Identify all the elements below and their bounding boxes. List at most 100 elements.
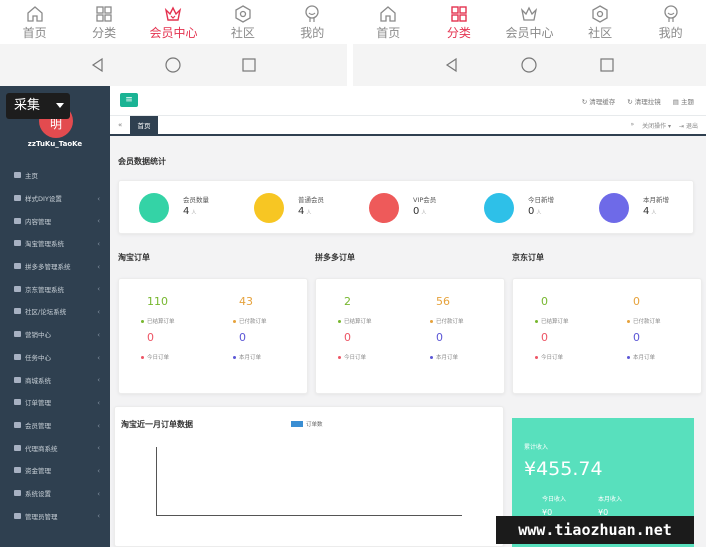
chevron-left-icon: ‹ <box>97 330 100 339</box>
sidebar-item-home[interactable]: 主页‹ <box>0 164 110 187</box>
back-icon[interactable] <box>443 56 461 74</box>
clear-pull-button[interactable]: ↻ 清理拉镜 <box>627 96 661 106</box>
tabs-back-icon[interactable]: « <box>118 121 122 129</box>
sidebar-item-label: 代理商系统 <box>25 444 58 453</box>
stat-label: VIP会员 <box>413 196 437 204</box>
bar-chart-icon <box>14 263 21 270</box>
clear-pull-label: 清理拉镜 <box>634 98 661 106</box>
legend-label: 订单数 <box>306 422 323 428</box>
home-icon <box>14 172 21 179</box>
crown-icon <box>521 6 538 21</box>
sidebar-item-members[interactable]: 会员管理 ‹ <box>0 414 110 437</box>
sidebar-item-mall[interactable]: 商城系统 ‹ <box>0 368 110 391</box>
hexagon-icon <box>592 5 608 23</box>
users-icon <box>14 308 21 315</box>
sidebar-item-agents[interactable]: 代理商系统 ‹ <box>0 436 110 459</box>
sidebar-item-label: 社区/论坛系统 <box>25 308 67 317</box>
home-circle-icon[interactable] <box>520 56 538 74</box>
theme-button[interactable]: ▤ 主题 <box>673 96 694 106</box>
list-icon <box>14 399 21 406</box>
tab-label: 我的 <box>658 26 683 40</box>
stat-unit: 人 <box>536 210 542 216</box>
chevron-left-icon: ‹ <box>97 512 100 521</box>
close-ops-label: 关闭操作 <box>642 123 667 130</box>
stat-value: 4人 <box>183 206 196 217</box>
tab-community[interactable]: 社区 <box>210 0 276 40</box>
tab-member-center[interactable]: 会员中心 <box>140 0 206 40</box>
calendar-icon <box>599 193 629 223</box>
sidebar-item-funds[interactable]: 资金管理 ‹ <box>0 459 110 482</box>
stat-label: 本月新增 <box>643 196 669 204</box>
grid-icon <box>96 6 112 22</box>
menu-toggle-button[interactable]: ≡ <box>120 93 138 107</box>
hexagon-icon <box>235 5 251 23</box>
home-icon <box>380 6 396 22</box>
stat-number: 0 <box>528 206 535 217</box>
sidebar-item-community[interactable]: 社区/论坛系统 ‹ <box>0 300 110 323</box>
tab-label: 会员中心 <box>149 26 198 40</box>
income-today-label: 今日收入 <box>542 496 567 503</box>
close-ops-dropdown[interactable]: 关闭操作 ▾ <box>642 121 671 130</box>
page-tabs: « 首页 » 关闭操作 ▾ ⇥ 退出 <box>110 116 706 136</box>
recents-icon[interactable] <box>598 56 616 74</box>
stat-normal-members: 普通会员 4人 <box>240 181 350 233</box>
chevron-left-icon: ‹ <box>97 398 100 407</box>
tab-member-center[interactable]: 会员中心 <box>496 0 562 40</box>
tabs-forward-icon[interactable]: » <box>630 121 634 130</box>
theme-label: 主题 <box>681 98 694 106</box>
today-value: 0 <box>541 331 548 344</box>
sidebar-item-label: 营销中心 <box>25 331 51 340</box>
line-chart-icon <box>14 285 21 292</box>
chart-legend: 订单数 <box>291 420 323 428</box>
tab-label: 社区 <box>588 26 613 40</box>
sidebar-item-label: 任务中心 <box>25 353 51 362</box>
sidebar-item-settings[interactable]: 系统设置 ‹ <box>0 482 110 505</box>
tab-mine[interactable]: 我的 <box>638 0 704 40</box>
chevron-left-icon: ‹ <box>97 376 100 385</box>
sidebar-item-pinduoduo[interactable]: 拼多多管理系统 ‹ <box>0 255 110 278</box>
back-icon[interactable] <box>89 56 107 74</box>
sidebar-item-style-diy[interactable]: 样式DIY设置 ‹ <box>0 187 110 210</box>
grid-icon <box>451 6 467 22</box>
stat-unit: 人 <box>651 210 657 216</box>
tab-home-page[interactable]: 首页 <box>130 116 158 136</box>
sidebar-item-content[interactable]: 内容管理 ‹ <box>0 209 110 232</box>
settled-label: 已结算订单 <box>141 317 175 325</box>
gear-icon <box>14 489 21 496</box>
order-card-taobao: 110 43 已结算订单 已付款订单 0 0 今日订单 本月订单 <box>118 278 308 394</box>
today-label: 今日订单 <box>141 353 169 361</box>
home-circle-icon[interactable] <box>164 56 182 74</box>
tab-category[interactable]: 分类 <box>71 0 137 40</box>
chevron-left-icon: ‹ <box>97 217 100 226</box>
stat-vip-members: VIP会员 0人 <box>355 181 465 233</box>
tab-home[interactable]: 首页 <box>355 0 421 40</box>
tab-mine[interactable]: 我的 <box>279 0 345 40</box>
logout-button[interactable]: ⇥ 退出 <box>679 121 698 130</box>
tab-home[interactable]: 首页 <box>2 0 68 40</box>
paid-label: 已付款订单 <box>627 317 661 325</box>
stat-today-new: 今日新增 0人 <box>470 181 580 233</box>
tab-category[interactable]: 分类 <box>426 0 492 40</box>
paid-value: 0 <box>633 295 640 308</box>
clear-cache-button[interactable]: ↻ 清理缓存 <box>582 96 616 106</box>
stat-number: 4 <box>643 206 650 217</box>
sidebar-item-admins[interactable]: 管理员管理 ‹ <box>0 504 110 527</box>
sidebar-item-jd[interactable]: 京东管理系统 ‹ <box>0 277 110 300</box>
sidebar-item-label: 管理员管理 <box>25 512 58 521</box>
sidebar-item-marketing[interactable]: 营销中心 ‹ <box>0 323 110 346</box>
income-total: ¥455.74 <box>524 458 603 480</box>
month-label: 本月订单 <box>233 353 261 361</box>
stat-number: 4 <box>298 206 305 217</box>
sidebar-item-orders[interactable]: 订单管理 ‹ <box>0 391 110 414</box>
tab-community[interactable]: 社区 <box>567 0 633 40</box>
settled-value: 110 <box>147 295 168 308</box>
sidebar-item-taobao[interactable]: 淘宝管理系统 ‹ <box>0 232 110 255</box>
recents-icon[interactable] <box>240 56 258 74</box>
order-title-pdd: 拼多多订单 <box>315 253 355 262</box>
diamond-icon <box>369 193 399 223</box>
collect-dropdown[interactable]: 采集 <box>6 93 70 119</box>
sidebar-item-tasks[interactable]: 任务中心 ‹ <box>0 346 110 369</box>
top-actions: ↻ 清理缓存 ↻ 清理拉镜 ▤ 主题 <box>582 96 694 106</box>
order-title-jd: 京东订单 <box>512 253 544 262</box>
tab-label: 分类 <box>446 26 471 40</box>
